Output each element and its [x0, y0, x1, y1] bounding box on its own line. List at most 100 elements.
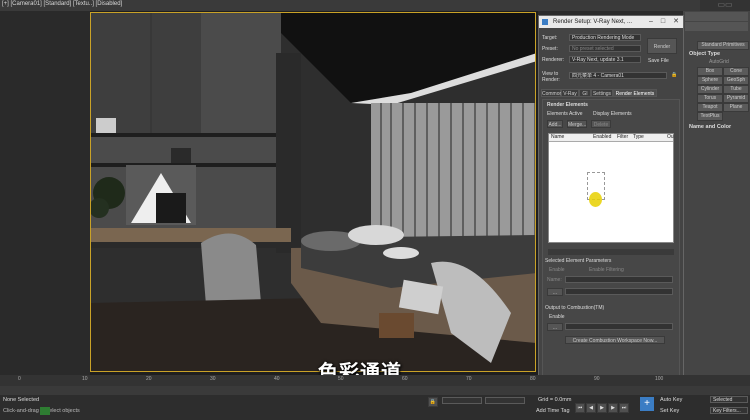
tick-label: 30 — [210, 376, 216, 382]
display-elements-checkbox[interactable]: Display Elements — [593, 111, 632, 117]
cone-button[interactable]: Cone — [723, 67, 749, 76]
teapot-button[interactable]: Teapot — [697, 103, 723, 112]
render-elements-rollout: Render Elements Elements Active Display … — [542, 99, 680, 379]
create-combustion-button[interactable]: Create Combustion Workspace Now... — [565, 336, 665, 344]
col-output[interactable]: Ou — [667, 134, 674, 141]
plane-button[interactable]: Plane — [723, 103, 749, 112]
col-type[interactable]: Type — [633, 134, 644, 141]
maxscript-listener-icon[interactable] — [40, 407, 50, 415]
tab-common[interactable]: Common — [541, 89, 562, 97]
y-coordinate-field[interactable] — [485, 397, 525, 404]
name-color-header[interactable]: Name and Color — [689, 124, 731, 130]
tab-vray[interactable]: V-Ray — [561, 89, 579, 97]
sphere-button[interactable]: Sphere — [697, 76, 723, 85]
category-dropdown[interactable]: Standard Primitives — [697, 41, 749, 50]
box-button[interactable]: Box — [697, 67, 723, 76]
preset-dropdown[interactable]: No preset selected — [569, 45, 641, 52]
cylinder-button[interactable]: Cylinder — [697, 85, 723, 94]
render-button[interactable]: Render — [647, 38, 677, 54]
target-dropdown[interactable]: Production Rendering Mode — [569, 34, 641, 41]
tick-label: 70 — [466, 376, 472, 382]
status-bar: None Selected Click-and-drag to select o… — [0, 395, 750, 420]
tick-label: 90 — [594, 376, 600, 382]
auto-key-button[interactable]: Auto Key — [660, 397, 682, 403]
rollout-title[interactable]: Render Elements — [547, 102, 588, 108]
command-panel: Standard Primitives Object Type AutoGrid… — [683, 11, 750, 375]
renderer-dropdown[interactable]: V-Ray Next, update 3.1 — [569, 56, 641, 63]
element-name-field[interactable] — [565, 276, 673, 283]
geosphere-button[interactable]: GeoSph — [723, 76, 749, 85]
textplus-button[interactable]: TextPlus — [697, 112, 723, 121]
output-path-field[interactable] — [565, 288, 673, 295]
pyramid-button[interactable]: Pyramid — [723, 94, 749, 103]
delete-button[interactable]: Delete — [591, 120, 611, 128]
tube-button[interactable]: Tube — [723, 85, 749, 94]
command-panel-subtabs[interactable] — [685, 22, 748, 31]
add-time-tag-button[interactable]: Add Time Tag — [536, 408, 570, 414]
torus-button[interactable]: Torus — [697, 94, 723, 103]
add-button[interactable]: Add... — [547, 120, 563, 128]
lock-selection-icon[interactable]: 🔒 — [428, 397, 438, 407]
save-file-checkbox[interactable]: Save File — [648, 58, 669, 64]
col-name[interactable]: Name — [551, 134, 564, 141]
combustion-path-field[interactable] — [565, 323, 673, 330]
combustion-enable-checkbox[interactable]: Enable — [549, 314, 565, 320]
selected-params-header: Selected Element Parameters — [545, 258, 612, 264]
combustion-browse-button[interactable]: ... — [547, 323, 563, 331]
cursor-highlight — [589, 192, 602, 207]
tick-label: 40 — [274, 376, 280, 382]
timeline-ruler[interactable] — [0, 386, 750, 395]
autogrid-checkbox[interactable]: AutoGrid — [709, 59, 729, 65]
key-filters-button[interactable]: Key Filters... — [710, 407, 748, 414]
lock-icon[interactable]: 🔒 — [671, 72, 677, 78]
render-frame — [90, 12, 536, 372]
col-enabled[interactable]: Enabled — [593, 134, 611, 141]
selection-status: None Selected — [3, 397, 40, 403]
enable-filtering-checkbox[interactable]: Enable Filtering — [589, 267, 624, 273]
prev-frame-icon[interactable]: ◀ — [586, 403, 596, 413]
viewport-label[interactable]: [+] [Camera01] [Standard] [Textu..] [Dis… — [2, 1, 122, 7]
enable-checkbox[interactable]: Enable — [549, 267, 565, 273]
tab-settings[interactable]: Settings — [591, 89, 613, 97]
track-bar[interactable]: 0 10 20 30 40 50 60 70 80 90 100 — [0, 375, 750, 386]
tab-render-elements[interactable]: Render Elements — [613, 89, 657, 97]
x-coordinate-field[interactable] — [442, 397, 482, 404]
set-key-icon[interactable]: + — [640, 397, 654, 411]
tick-label: 100 — [655, 376, 664, 382]
command-panel-tabs[interactable] — [685, 12, 748, 21]
corner-logo: ▭▭ — [700, 0, 750, 11]
object-type-header[interactable]: Object Type — [689, 51, 720, 57]
viewport-safe-area — [0, 11, 90, 375]
viewport[interactable]: 色彩通道 — [0, 11, 538, 375]
key-mode-dropdown[interactable]: Selected — [710, 396, 748, 403]
viewport-top-strip: [+] [Camera01] [Standard] [Textu..] [Dis… — [0, 0, 750, 11]
minimize-icon[interactable]: – — [645, 16, 657, 28]
tab-gi[interactable]: GI — [579, 89, 591, 97]
next-frame-icon[interactable]: ▶ — [608, 403, 618, 413]
set-key-button[interactable]: Set Key — [660, 408, 679, 414]
tick-label: 20 — [146, 376, 152, 382]
maximize-icon[interactable]: □ — [657, 16, 669, 28]
view-dropdown[interactable]: 四元菜单 4 - Camera01 — [569, 72, 667, 79]
go-to-start-icon[interactable]: ⏮ — [575, 403, 585, 413]
render-setup-dialog: Render Setup: V-Ray Next, ... – □ ✕ Targ… — [538, 15, 684, 383]
dialog-title-bar[interactable]: Render Setup: V-Ray Next, ... – □ ✕ — [539, 16, 683, 28]
renderer-label: Renderer: — [542, 57, 565, 63]
combustion-header: Output to Combustion(TM) — [545, 305, 605, 311]
dialog-title: Render Setup: V-Ray Next, ... — [553, 19, 633, 25]
video-subtitle: 色彩通道 — [318, 362, 402, 375]
play-icon[interactable]: ▶ — [597, 403, 607, 413]
app-icon — [542, 19, 548, 25]
output-path-button[interactable]: ... — [547, 288, 563, 296]
close-icon[interactable]: ✕ — [670, 16, 682, 28]
tick-label: 10 — [82, 376, 88, 382]
name-label: Name: — [547, 277, 562, 283]
list-scrollbar[interactable] — [548, 249, 674, 255]
go-to-end-icon[interactable]: ⏭ — [619, 403, 629, 413]
merge-button[interactable]: Merge... — [567, 120, 587, 128]
view-to-render-label: View to Render: — [542, 71, 560, 83]
col-filter[interactable]: Filter — [617, 134, 628, 141]
elements-list[interactable]: Name Enabled Filter Type Ou — [548, 133, 674, 243]
tick-label: 50 — [338, 376, 344, 382]
elements-active-checkbox[interactable]: Elements Active — [547, 111, 583, 117]
